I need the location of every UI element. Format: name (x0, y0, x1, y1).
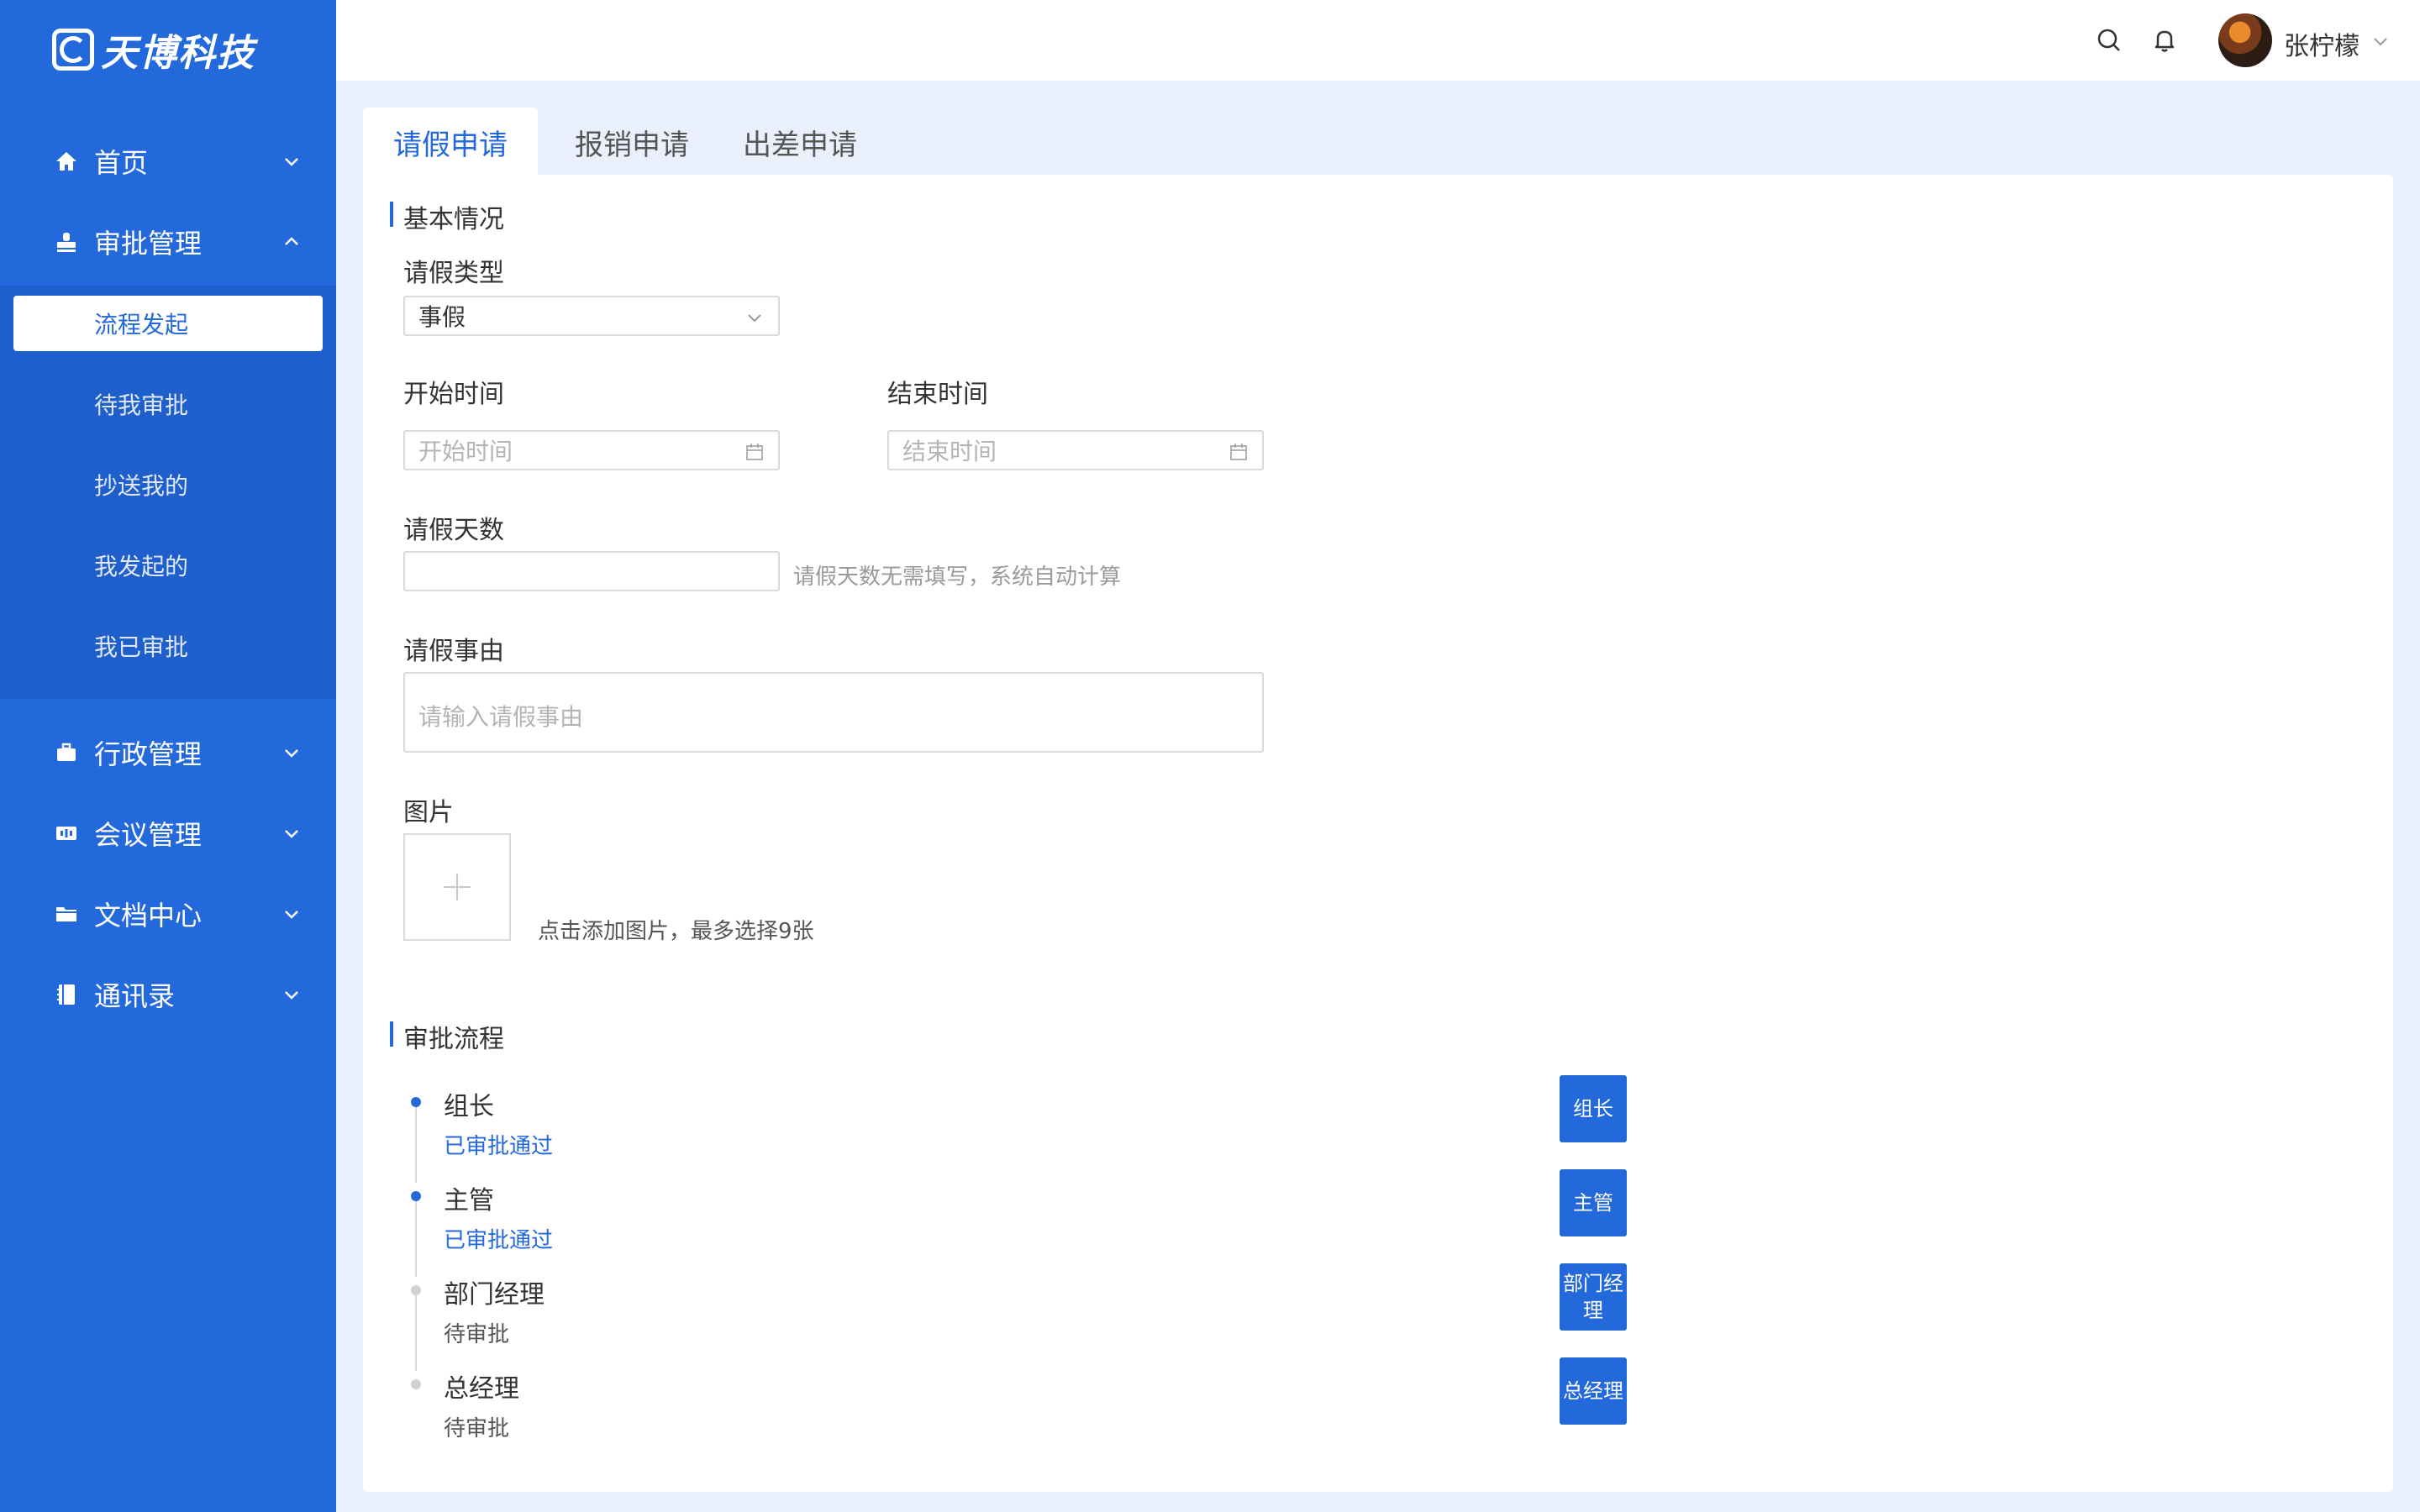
sidebar-item-label: 审批管理 (94, 228, 203, 260)
step-button-general-manager[interactable]: 总经理 (1560, 1357, 1627, 1425)
image-label: 图片 (403, 798, 454, 827)
step-name: 组长 (444, 1092, 494, 1121)
username[interactable]: 张柠檬 (2284, 25, 2360, 62)
top-header: 张柠檬 (336, 0, 2420, 81)
folder-icon (54, 901, 79, 927)
sidebar-item-label: 会议管理 (94, 819, 203, 851)
sidebar-item-administration[interactable]: 行政管理 (0, 712, 336, 793)
leave-type-select[interactable]: 事假 (403, 296, 780, 336)
submenu-item-cc-me[interactable]: 抄送我的 (0, 457, 336, 512)
sidebar-item-label: 通讯录 (94, 980, 176, 1012)
chevron-down-icon[interactable] (2371, 32, 2390, 50)
leave-days-hint: 请假天数无需填写，系统自动计算 (793, 564, 1122, 590)
section-title-basic: 基本情况 (390, 198, 504, 235)
timeline-dot (411, 1097, 421, 1107)
step-name: 总经理 (444, 1374, 519, 1404)
submenu-item-label: 待我审批 (94, 391, 189, 419)
section-title-approval: 审批流程 (390, 1018, 504, 1055)
submenu-item-approved[interactable]: 我已审批 (0, 618, 336, 674)
step-button-team-lead[interactable]: 组长 (1560, 1075, 1627, 1142)
leave-type-value: 事假 (418, 303, 466, 331)
leave-days-label: 请假天数 (403, 516, 504, 545)
step-button-dept-manager[interactable]: 部门经理 (1560, 1263, 1627, 1331)
image-upload-hint: 点击添加图片，最多选择9张 (538, 919, 814, 944)
logo-icon (52, 29, 94, 71)
end-time-placeholder: 结束时间 (902, 438, 997, 465)
reason-textarea[interactable]: 请输入请假事由 (403, 672, 1264, 753)
sidebar-item-documents[interactable]: 文档中心 (0, 874, 336, 954)
sidebar-item-contacts[interactable]: 通讯录 (0, 954, 336, 1035)
chevron-down-icon (285, 749, 298, 758)
timeline-connector (415, 1292, 417, 1371)
submenu-item-pending-me[interactable]: 待我审批 (0, 376, 336, 432)
step-name: 主管 (444, 1186, 494, 1215)
timeline-dot (411, 1285, 421, 1295)
briefcase-icon (54, 740, 79, 765)
chevron-down-icon (285, 158, 298, 166)
submenu-item-label: 我发起的 (94, 553, 189, 580)
plus-icon (444, 874, 471, 900)
sidebar-item-label: 文档中心 (94, 900, 203, 932)
logo[interactable]: 天博科技 (52, 25, 255, 75)
submenu-item-label: 抄送我的 (94, 472, 189, 500)
sidebar-item-meeting[interactable]: 会议管理 (0, 793, 336, 874)
tab-leave-request[interactable]: 请假申请 (363, 108, 538, 176)
tab-business-trip[interactable]: 出差申请 (726, 108, 874, 176)
step-name: 部门经理 (444, 1280, 544, 1310)
step-status: 待审批 (444, 1322, 510, 1347)
timeline-connector (415, 1198, 417, 1277)
step-status: 待审批 (444, 1416, 510, 1441)
submenu-item-my-initiated[interactable]: 我发起的 (0, 538, 336, 593)
tab-reimbursement[interactable]: 报销申请 (558, 108, 706, 176)
address-book-icon (54, 982, 79, 1007)
timeline-dot (411, 1379, 421, 1389)
home-icon (54, 149, 79, 174)
meeting-icon (54, 821, 79, 846)
start-time-picker[interactable]: 开始时间 (403, 430, 780, 470)
stamp-icon (54, 229, 79, 255)
submenu-item-label: 我已审批 (94, 633, 189, 661)
chevron-down-icon (285, 911, 298, 919)
reason-label: 请假事由 (403, 637, 504, 666)
submenu-item-start-process[interactable]: 流程发起 (13, 296, 323, 351)
form-card: 基本情况 请假类型 事假 开始时间 开始时间 结束时间 结束时间 请假天数 请假… (363, 175, 2393, 1492)
step-status: 已审批通过 (444, 1134, 554, 1159)
end-time-picker[interactable]: 结束时间 (887, 430, 1264, 470)
bell-icon[interactable] (2148, 24, 2181, 57)
image-upload-button[interactable] (403, 833, 511, 941)
submenu-item-label: 流程发起 (94, 311, 189, 339)
calendar-icon (746, 444, 763, 460)
sidebar-item-label: 行政管理 (94, 738, 203, 770)
logo-text: 天博科技 (101, 32, 255, 75)
sidebar-item-approval[interactable]: 审批管理 (0, 202, 336, 282)
chevron-up-icon (285, 237, 298, 245)
step-button-supervisor[interactable]: 主管 (1560, 1169, 1627, 1236)
sidebar-item-home[interactable]: 首页 (0, 121, 336, 202)
sidebar-item-label: 首页 (94, 147, 149, 179)
chevron-down-icon (285, 991, 298, 1000)
start-time-placeholder: 开始时间 (418, 438, 513, 465)
start-time-label: 开始时间 (403, 380, 504, 409)
timeline-dot (411, 1191, 421, 1201)
chevron-down-icon (748, 314, 761, 323)
end-time-label: 结束时间 (887, 380, 988, 409)
calendar-icon (1230, 444, 1247, 460)
leave-days-input[interactable] (403, 551, 780, 591)
step-status: 已审批通过 (444, 1228, 554, 1253)
chevron-down-icon (285, 830, 298, 838)
avatar[interactable] (2218, 13, 2272, 67)
timeline-connector (415, 1104, 417, 1183)
search-icon[interactable] (2092, 24, 2126, 57)
leave-type-label: 请假类型 (403, 259, 504, 288)
sidebar: 天博科技 首页 审批管理 流程发起 待我审批 抄送我的 我发起的 我已审批 行政… (0, 0, 336, 1512)
